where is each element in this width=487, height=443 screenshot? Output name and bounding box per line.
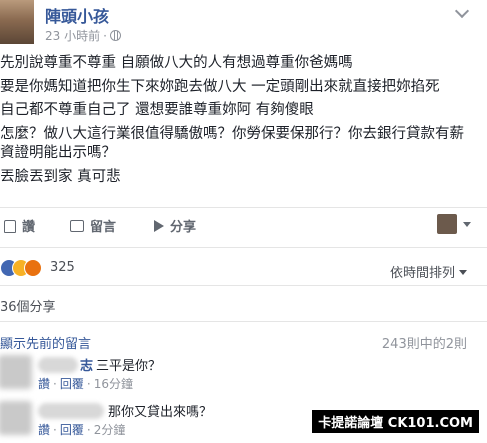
caret-down-icon	[459, 270, 467, 275]
caret-down-icon[interactable]	[463, 222, 471, 227]
reaction-count: 325	[50, 260, 75, 275]
comment-label: 留言	[90, 220, 117, 235]
like-button[interactable]: 讚	[4, 216, 35, 235]
viewer-avatar[interactable]	[437, 214, 457, 234]
share-icon	[154, 220, 164, 232]
post-paragraph: 先別說尊重不尊重 自願做八大的人有想過尊重你爸媽嗎	[0, 55, 353, 71]
blurred-name	[38, 357, 78, 373]
like-label: 讚	[22, 220, 36, 235]
post-body: 先別說尊重不尊重 自願做八大的人有想過尊重你爸媽嗎 要是你媽知道把你生下來妳跑去…	[0, 54, 487, 191]
facebook-post: 陣頭小孩 23 小時前 · 先別說尊重不尊重 自願做八大的人有想過尊重你爸媽嗎 要…	[0, 0, 487, 443]
post-meta: 23 小時前 ·	[45, 27, 121, 44]
comment-time[interactable]: 2分鐘	[94, 423, 126, 437]
comment-actions: 讚 · 回覆 · 2分鐘	[38, 423, 126, 437]
post-time[interactable]: 23 小時前	[45, 29, 100, 43]
share-count[interactable]: 36個分享	[0, 296, 56, 315]
comment-button[interactable]: 留言	[70, 216, 116, 235]
share-button[interactable]: 分享	[154, 216, 196, 235]
post-paragraph: 要是你媽知道把你生下來妳跑去做八大 一定頭剛出來就直接把妳掐死	[0, 78, 440, 95]
sort-order-dropdown[interactable]: 依時間排列	[390, 262, 467, 281]
site-watermark: 卡提諾論壇 CK101.COM	[312, 410, 479, 433]
commenter-name[interactable]: 志	[80, 355, 93, 374]
globe-icon	[109, 30, 121, 41]
blurred-name	[38, 403, 104, 419]
comment-item: 志 三平是你？ 讚 · 回覆 · 16分鐘	[0, 355, 487, 395]
thumbs-up-icon	[4, 220, 16, 233]
comment-text: 三平是你？	[96, 359, 162, 374]
divider	[0, 285, 487, 286]
share-label: 分享	[170, 220, 197, 235]
comment-like-link[interactable]: 讚	[38, 377, 50, 391]
commenter-avatar[interactable]	[0, 401, 32, 435]
comment-actions: 讚 · 回覆 · 16分鐘	[38, 377, 133, 391]
view-previous-comments-link[interactable]: 顯示先前的留言	[0, 333, 91, 352]
comment-pager: 243則中的2則	[381, 337, 467, 352]
post-paragraph: 怎麼？做八大這行業很值得驕傲嗎？你勞保要保那行？你去銀行貸款有薪資證明能出示嗎？	[0, 125, 464, 162]
sort-order-label: 依時間排列	[389, 266, 455, 281]
author-name[interactable]: 陣頭小孩	[45, 3, 109, 27]
comment-reply-link[interactable]: 回覆	[60, 377, 84, 391]
comment-reply-link[interactable]: 回覆	[60, 423, 84, 437]
chevron-down-icon[interactable]	[454, 3, 470, 19]
angry-reaction-icon	[24, 259, 42, 277]
post-paragraph: 丟臉丟到家 真可悲	[0, 168, 121, 185]
comment-icon	[70, 220, 84, 232]
post-paragraph: 自己都不尊重自己了 還想要誰尊重妳阿 有夠傻眼	[0, 102, 314, 118]
divider	[0, 207, 487, 208]
comment-like-link[interactable]: 讚	[38, 423, 50, 437]
comment-text: 那你又貸出來嗎？	[108, 405, 213, 420]
divider	[0, 321, 487, 322]
commenter-avatar[interactable]	[0, 355, 32, 389]
comment-time[interactable]: 16分鐘	[94, 377, 133, 391]
author-avatar[interactable]	[0, 0, 34, 44]
divider	[0, 247, 487, 248]
